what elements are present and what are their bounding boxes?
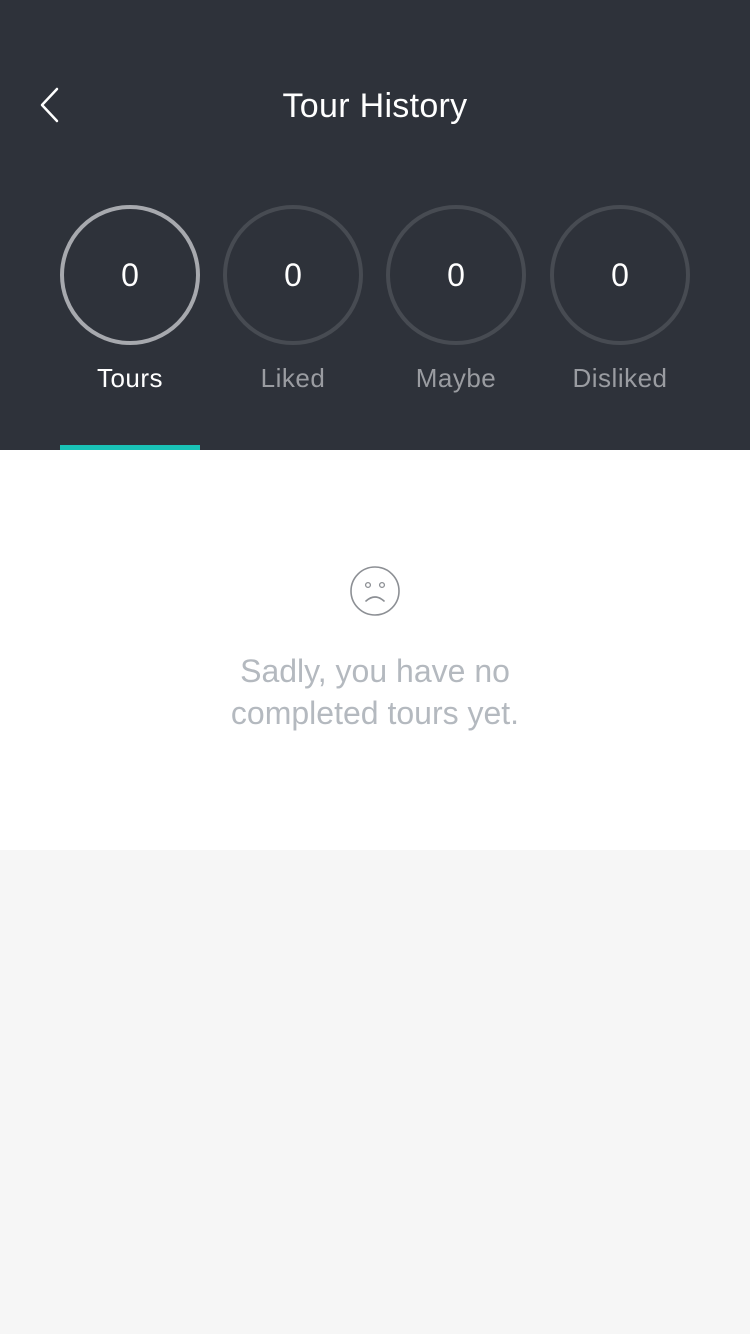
liked-count-ring: 0 — [223, 205, 363, 345]
tour-history-screen: Tour History 0 Tours 0 Liked 0 Maybe 0 D… — [0, 0, 750, 1334]
tab-tours[interactable]: 0 Tours — [60, 205, 200, 450]
stat-tabs: 0 Tours 0 Liked 0 Maybe 0 Disliked — [0, 205, 750, 450]
tab-tours-label: Tours — [96, 363, 164, 393]
empty-state: Sadly, you have no completed tours yet. — [0, 450, 750, 850]
tab-disliked[interactable]: 0 Disliked — [550, 205, 690, 450]
empty-message-line-1: Sadly, you have no — [240, 653, 510, 689]
liked-count: 0 — [284, 257, 302, 293]
empty-message-line-2: completed tours yet. — [230, 695, 520, 731]
sad-face-icon — [350, 566, 400, 616]
tab-maybe[interactable]: 0 Maybe — [386, 205, 526, 450]
tab-liked[interactable]: 0 Liked — [223, 205, 363, 450]
tab-maybe-label: Maybe — [415, 363, 497, 393]
tab-disliked-label: Disliked — [572, 363, 668, 393]
tours-count-ring: 0 — [60, 205, 200, 345]
header: Tour History 0 Tours 0 Liked 0 Maybe 0 D… — [0, 0, 750, 450]
tab-liked-label: Liked — [260, 363, 326, 393]
maybe-count: 0 — [447, 257, 465, 293]
disliked-count: 0 — [611, 257, 629, 293]
tours-count: 0 — [121, 257, 139, 293]
maybe-count-ring: 0 — [386, 205, 526, 345]
page-title: Tour History — [282, 87, 468, 125]
empty-message: Sadly, you have no completed tours yet. — [175, 650, 575, 734]
disliked-count-ring: 0 — [550, 205, 690, 345]
